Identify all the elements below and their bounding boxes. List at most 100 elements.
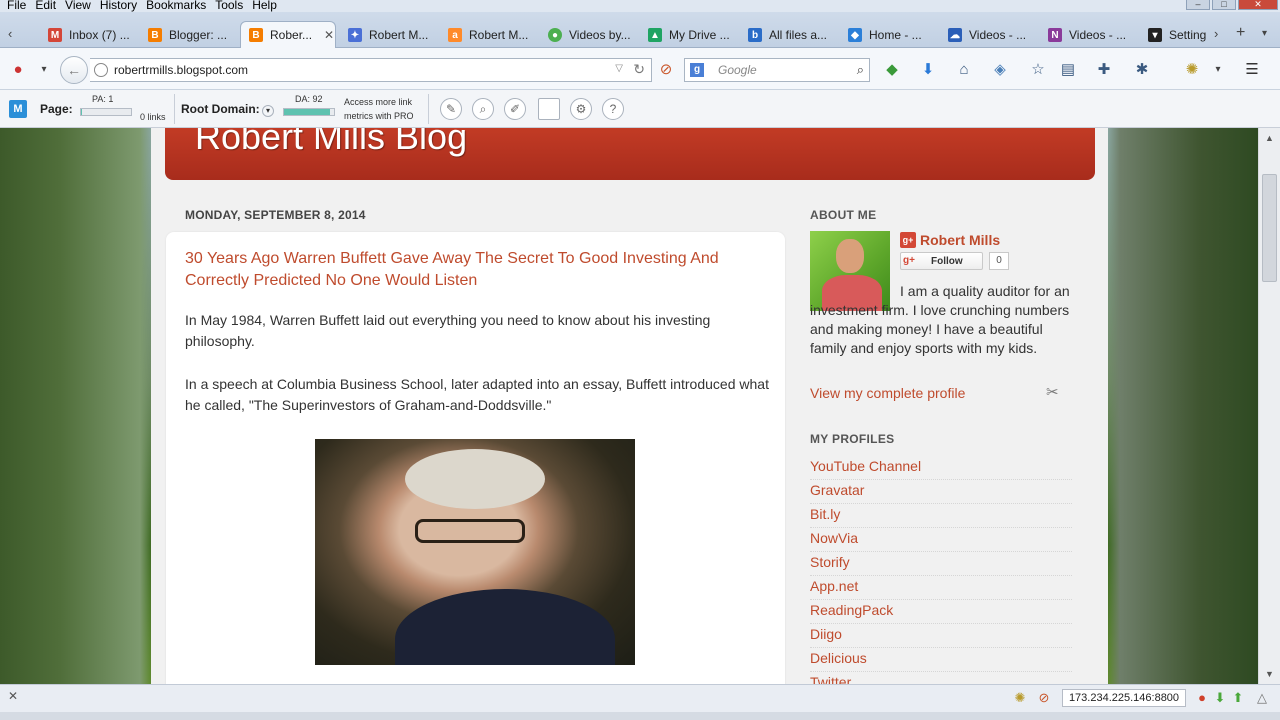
root-domain-dropdown-icon[interactable]: ▾ bbox=[262, 105, 274, 117]
pencil-icon[interactable]: ✐ bbox=[504, 98, 526, 120]
blogger-icon: B bbox=[249, 28, 263, 42]
tab-my-drive[interactable]: ▲ My Drive ... bbox=[648, 22, 738, 48]
moz-root-domain-label: Root Domain: bbox=[181, 102, 260, 116]
status-upload-arrow-icon[interactable]: ⬆ bbox=[1230, 690, 1246, 706]
minimize-icon[interactable]: – bbox=[1186, 0, 1210, 10]
wrench-screwdriver-icon[interactable]: ✂ bbox=[1046, 383, 1059, 401]
close-window-icon[interactable]: ✕ bbox=[1238, 0, 1278, 10]
drive-icon: ▲ bbox=[648, 28, 662, 42]
new-tab-icon[interactable]: + bbox=[1236, 24, 1245, 42]
addon-dropdown-icon[interactable]: ▾ bbox=[36, 62, 52, 78]
tab-robert-blog-active[interactable]: B Rober... ✕ bbox=[240, 21, 336, 48]
view-profile-link[interactable]: View my complete profile bbox=[810, 385, 965, 401]
gear-dropdown-icon[interactable]: ▾ bbox=[1210, 62, 1226, 78]
photo-hair-shape bbox=[405, 449, 545, 509]
tab-robert-m-2[interactable]: a Robert M... bbox=[448, 22, 538, 48]
moz-divider bbox=[428, 94, 429, 124]
tabs-scroll-right-icon[interactable]: › bbox=[1214, 26, 1218, 41]
profile-link-bitly[interactable]: Bit.ly bbox=[810, 504, 1072, 528]
tab-inbox[interactable]: M Inbox (7) ... bbox=[48, 22, 136, 48]
menu-tools[interactable]: Tools bbox=[215, 0, 243, 11]
magnifier-icon[interactable]: ⌕ bbox=[472, 98, 494, 120]
status-noscript-icon[interactable]: ⊘ bbox=[1036, 690, 1052, 706]
dropbox-icon: ◆ bbox=[848, 28, 862, 42]
help-icon[interactable]: ? bbox=[602, 98, 624, 120]
settings-gear-icon[interactable]: ⚙ bbox=[570, 98, 592, 120]
moz-logo-icon[interactable]: M bbox=[9, 100, 27, 118]
menu-history[interactable]: History bbox=[100, 0, 137, 11]
menu-file[interactable]: File bbox=[7, 0, 26, 11]
tab-blogger[interactable]: B Blogger: ... bbox=[148, 22, 234, 48]
tab-home[interactable]: ◆ Home - ... bbox=[848, 22, 938, 48]
wrench-icon[interactable]: ✎ bbox=[440, 98, 462, 120]
profile-link-delicious[interactable]: Delicious bbox=[810, 648, 1072, 672]
menu-bookmarks[interactable]: Bookmarks bbox=[146, 0, 206, 11]
extension-shield-icon[interactable]: ◈ bbox=[992, 62, 1008, 78]
tab-all-files[interactable]: b All files a... bbox=[748, 22, 838, 48]
gmail-icon: M bbox=[48, 28, 62, 42]
follow-button[interactable]: g+ Follow bbox=[900, 252, 983, 270]
profile-link-gravatar[interactable]: Gravatar bbox=[810, 480, 1072, 504]
post-paragraph-2: In a speech at Columbia Business School,… bbox=[185, 376, 769, 413]
tab-settings[interactable]: ▾ Setting bbox=[1148, 22, 1208, 48]
maximize-icon[interactable]: □ bbox=[1212, 0, 1236, 10]
scroll-up-icon[interactable]: ▲ bbox=[1259, 130, 1280, 146]
url-bar[interactable]: robertrmills.blogspot.com ▽ ↻ bbox=[90, 58, 652, 82]
profile-link-youtube[interactable]: YouTube Channel bbox=[810, 456, 1072, 480]
highlight-box-icon[interactable] bbox=[538, 98, 560, 120]
puzzle-addon-icon[interactable]: ✚ bbox=[1096, 62, 1112, 78]
status-gear-icon[interactable]: ✺ bbox=[1012, 690, 1028, 706]
profile-link-readingpack[interactable]: ReadingPack bbox=[810, 600, 1072, 624]
profile-name-link[interactable]: g+ Robert Mills bbox=[900, 232, 1000, 248]
moz-pro-text-2[interactable]: metrics with PRO bbox=[344, 111, 414, 121]
tab-videos-by[interactable]: ● Videos by... bbox=[548, 22, 638, 48]
fullscreen-icon[interactable]: ✱ bbox=[1134, 62, 1150, 78]
scrollbar-thumb[interactable] bbox=[1262, 174, 1277, 282]
download-icon[interactable]: ⬇ bbox=[920, 62, 936, 78]
profile-link-diigo[interactable]: Diigo bbox=[810, 624, 1072, 648]
url-history-dropdown-icon[interactable]: ▽ bbox=[615, 63, 623, 74]
home-icon[interactable]: ⌂ bbox=[956, 62, 972, 78]
gear-addon-icon[interactable]: ✺ bbox=[1184, 62, 1200, 78]
tab-label: Setting bbox=[1169, 28, 1207, 42]
addon-icon[interactable]: ● bbox=[10, 62, 26, 78]
profile-link-storify[interactable]: Storify bbox=[810, 552, 1072, 576]
status-download-arrow-icon[interactable]: ⬇ bbox=[1212, 690, 1228, 706]
hamburger-menu-icon[interactable]: ☰ bbox=[1244, 62, 1260, 78]
status-h-icon[interactable]: ● bbox=[1194, 690, 1210, 706]
window-bottom-edge bbox=[0, 712, 1280, 720]
tabs-scroll-left-icon[interactable]: ‹ bbox=[8, 26, 12, 41]
profile-link-twitter[interactable]: Twitter bbox=[810, 672, 1072, 684]
bookmarks-list-icon[interactable]: ▤ bbox=[1060, 62, 1076, 78]
menu-view[interactable]: View bbox=[65, 0, 91, 11]
vertical-scrollbar[interactable]: ▲ ▼ bbox=[1258, 128, 1280, 684]
tab-label: All files a... bbox=[769, 28, 828, 42]
profile-link-nowvia[interactable]: NowVia bbox=[810, 528, 1072, 552]
resize-grip-icon[interactable]: △ bbox=[1254, 690, 1270, 706]
tab-videos-onedrive[interactable]: ☁ Videos - ... bbox=[948, 22, 1038, 48]
bookmark-star-icon[interactable]: ☆ bbox=[1030, 62, 1046, 78]
about-me-icon: a bbox=[448, 28, 462, 42]
google-engine-icon[interactable]: g bbox=[690, 63, 704, 77]
back-button[interactable]: ← bbox=[60, 56, 88, 84]
close-tab-icon[interactable]: ✕ bbox=[324, 28, 334, 42]
tab-label: Blogger: ... bbox=[169, 28, 228, 42]
tab-videos-onenote[interactable]: N Videos - ... bbox=[1048, 22, 1138, 48]
search-box[interactable]: g Google ⌕ bbox=[684, 58, 870, 82]
menu-help[interactable]: Help bbox=[252, 0, 277, 11]
blog-title[interactable]: Robert Mills Blog bbox=[195, 128, 467, 158]
tab-list-icon[interactable]: ▾ bbox=[1262, 28, 1267, 39]
noscript-icon[interactable]: ⊘ bbox=[658, 62, 674, 78]
close-addon-bar-icon[interactable]: ✕ bbox=[8, 689, 18, 703]
moz-pro-text-1[interactable]: Access more link bbox=[344, 97, 412, 107]
menu-edit[interactable]: Edit bbox=[35, 0, 56, 11]
search-icon[interactable]: ⌕ bbox=[857, 62, 864, 78]
reload-icon[interactable]: ↻ bbox=[633, 61, 645, 78]
moz-da-value: DA: 92 bbox=[295, 94, 323, 104]
tab-robert-m-1[interactable]: ✦ Robert M... bbox=[348, 22, 438, 48]
sync-icon[interactable]: ◆ bbox=[884, 62, 900, 78]
photo-suit-shape bbox=[395, 589, 615, 665]
scroll-down-icon[interactable]: ▼ bbox=[1259, 666, 1280, 682]
post-title-link[interactable]: 30 Years Ago Warren Buffett Gave Away Th… bbox=[185, 248, 775, 292]
profile-link-appnet[interactable]: App.net bbox=[810, 576, 1072, 600]
